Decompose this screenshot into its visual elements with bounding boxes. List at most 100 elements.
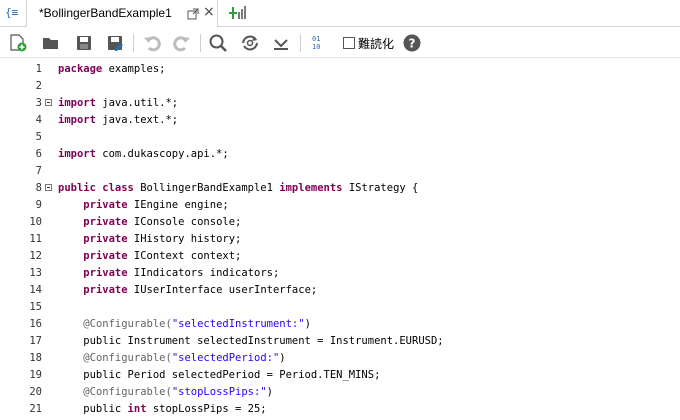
checkbox-box[interactable] [343, 37, 355, 49]
line-number: 8 [35, 182, 42, 194]
close-tab-icon[interactable]: × [203, 5, 217, 19]
toolbar-separator [133, 34, 134, 52]
code-line[interactable]: 10 private IConsole console; [0, 214, 680, 231]
save-icon[interactable] [73, 32, 95, 54]
code-text: public Period selectedPeriod = Period.TE… [58, 367, 380, 384]
code-line[interactable]: 2 [0, 78, 680, 95]
line-number: 6 [35, 148, 42, 160]
code-line[interactable]: 4 import java.text.*; [0, 112, 680, 129]
line-number: 15 [29, 301, 42, 313]
line-number: 11 [29, 233, 42, 245]
code-line[interactable]: 6 import com.dukascopy.api.*; [0, 146, 680, 163]
code-token: IConsole console; [127, 216, 242, 228]
line-number: 13 [29, 267, 42, 279]
undo-icon[interactable] [141, 32, 163, 54]
code-line[interactable]: 1 package examples; [0, 61, 680, 78]
download-icon[interactable] [270, 32, 292, 54]
code-text: public Instrument selectedInstrument = I… [58, 333, 444, 350]
code-view-icon[interactable]: {≡ [5, 5, 23, 21]
code-line[interactable]: 8 public class BollingerBandExample1 impl… [0, 180, 680, 197]
line-number: 19 [29, 369, 42, 381]
code-line[interactable]: 18 @Configurable("selectedPeriod:") [0, 350, 680, 367]
code-line[interactable]: 14 private IUserInterface userInterface; [0, 282, 680, 299]
code-line[interactable]: 12 private IContext context; [0, 248, 680, 265]
line-number: 10 [29, 216, 42, 228]
code-token: BollingerBandExample1 [133, 182, 280, 194]
code-line[interactable]: 19 public Period selectedPeriod = Period… [0, 367, 680, 384]
code-token: public [58, 403, 128, 415]
redo-icon[interactable] [171, 32, 193, 54]
search-icon[interactable] [207, 32, 229, 54]
fold-toggle-icon[interactable] [45, 99, 52, 106]
code-token: IIndicators indicators; [127, 267, 280, 279]
code-line[interactable]: 7 [0, 163, 680, 180]
code-token: public Period selectedPeriod = Period.TE… [58, 369, 381, 381]
tab-bollinger-band-example[interactable]: *BollingerBandExample1 × [26, 0, 218, 27]
code-text: package examples; [58, 61, 165, 78]
line-number: 9 [35, 199, 42, 211]
code-text: @Configurable("selectedPeriod:") [58, 350, 285, 367]
code-text: import java.util.*; [58, 95, 178, 112]
code-text: import java.text.*; [58, 112, 178, 129]
code-token: "selectedPeriod:" [171, 352, 280, 364]
format-icon[interactable]: 01 10 [308, 32, 330, 54]
new-strategy-tab-icon[interactable] [228, 4, 246, 22]
code-text: public int stopLossPips = 25; [58, 401, 267, 418]
code-token: public Instrument selectedInstrument = I… [58, 335, 444, 347]
code-token: examples; [102, 63, 166, 75]
code-token: implements [279, 182, 343, 194]
code-token: com.dukascopy.api.*; [95, 148, 229, 160]
line-number: 20 [29, 386, 42, 398]
code-token: import [58, 97, 96, 109]
code-line[interactable]: 3 import java.util.*; [0, 95, 680, 112]
code-text: private IConsole console; [58, 214, 241, 231]
code-token: @Configurable( [83, 318, 172, 330]
tab-title: *BollingerBandExample1 [39, 6, 172, 20]
code-token: IHistory history; [127, 233, 242, 245]
svg-text:10: 10 [312, 43, 320, 51]
line-number: 5 [35, 131, 42, 143]
code-line[interactable]: 5 [0, 129, 680, 146]
code-text: private IContext context; [58, 248, 241, 265]
line-number: 16 [29, 318, 42, 330]
code-token: private [83, 267, 128, 279]
code-line[interactable]: 13 private IIndicators indicators; [0, 265, 680, 282]
line-number: 21 [29, 403, 42, 415]
obfuscate-checkbox[interactable]: 難読化 [343, 35, 394, 51]
code-token: java.util.*; [95, 97, 179, 109]
code-token: private [83, 284, 128, 296]
code-line[interactable]: 15 [0, 299, 680, 316]
toolbar-separator [300, 34, 301, 52]
fold-toggle-icon[interactable] [45, 184, 52, 191]
save-as-icon[interactable] [104, 32, 126, 54]
code-text: private IEngine engine; [58, 197, 228, 214]
popout-icon[interactable] [186, 6, 200, 20]
code-token: class [102, 182, 134, 194]
code-token: java.text.*; [95, 114, 179, 126]
code-line[interactable]: 17 public Instrument selectedInstrument … [0, 333, 680, 350]
code-line[interactable]: 11 private IHistory history; [0, 231, 680, 248]
new-file-icon[interactable] [7, 32, 29, 54]
editor-tab-bar: {≡ *BollingerBandExample1 × [0, 0, 680, 27]
code-token: stopLossPips = 25; [146, 403, 267, 415]
code-line[interactable]: 21 public int stopLossPips = 25; [0, 401, 680, 418]
code-token: @Configurable( [83, 386, 172, 398]
code-token: import [58, 148, 96, 160]
code-editor[interactable]: 1 package examples; 2 3 import java.util.*; 4… [0, 58, 680, 420]
replace-icon[interactable] [239, 32, 261, 54]
code-line[interactable]: 9 private IEngine engine; [0, 197, 680, 214]
svg-text:01: 01 [312, 35, 320, 43]
help-icon[interactable]: ? [401, 32, 423, 54]
code-text: public class BollingerBandExample1 imple… [58, 180, 418, 197]
code-line[interactable]: 16 @Configurable("selectedInstrument:") [0, 316, 680, 333]
code-line[interactable]: 20 @Configurable("stopLossPips:") [0, 384, 680, 401]
open-folder-icon[interactable] [40, 32, 62, 54]
